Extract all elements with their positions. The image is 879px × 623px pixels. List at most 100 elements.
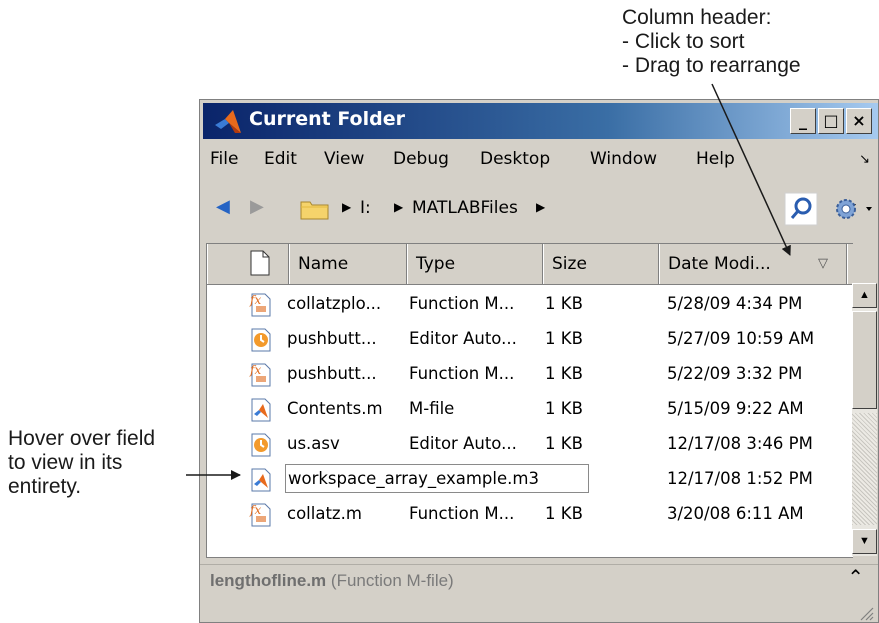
file-type: Editor Auto... bbox=[409, 329, 517, 348]
file-name: workspace_array_example.m bbox=[288, 469, 529, 488]
scroll-down-icon[interactable]: ▼ bbox=[852, 529, 877, 554]
hover-tooltip: workspace_array_example.m3 bbox=[285, 464, 589, 493]
details-panel: lengthofline.m (Function M-file) ⌃ bbox=[200, 564, 878, 622]
file-name: pushbutt... bbox=[287, 364, 377, 383]
file-date: 5/15/09 9:22 AM bbox=[667, 399, 804, 418]
minimize-button[interactable]: _ bbox=[790, 108, 816, 134]
mfile-icon bbox=[251, 468, 271, 492]
menu-expand-icon[interactable]: ↘ bbox=[859, 151, 870, 167]
collapse-chevron-icon[interactable]: ⌃ bbox=[847, 565, 864, 590]
column-header-callout: Column header: - Click to sort - Drag to… bbox=[622, 6, 801, 78]
table-row[interactable]: pushbutt... Editor Auto... 1 KB 5/27/09 … bbox=[207, 321, 847, 356]
file-size: 1 KB bbox=[545, 294, 583, 313]
column-header-name[interactable]: Name bbox=[289, 244, 407, 284]
file-type: M-file bbox=[409, 399, 455, 418]
vertical-scrollbar[interactable]: ▲ ▼ bbox=[852, 283, 877, 556]
table-row[interactable]: us.asv Editor Auto... 1 KB 12/17/08 3:46… bbox=[207, 426, 847, 461]
current-folder-window: Current Folder _ □ × File Edit View Debu… bbox=[199, 99, 879, 623]
file-date: 5/22/09 3:32 PM bbox=[667, 364, 803, 383]
matlab-logo-icon bbox=[215, 110, 241, 133]
autosave-file-icon bbox=[251, 328, 271, 352]
gear-icon[interactable] bbox=[832, 194, 876, 224]
file-date: 3/20/08 6:11 AM bbox=[667, 504, 804, 523]
callout-line: - Drag to rearrange bbox=[622, 54, 801, 77]
resize-grip-icon[interactable] bbox=[858, 605, 874, 621]
truncated-size: 3 bbox=[528, 469, 539, 488]
function-file-icon: fx bbox=[249, 363, 271, 387]
file-name: us.asv bbox=[287, 434, 340, 453]
hover-callout: Hover over field to view in its entirety… bbox=[8, 427, 155, 499]
mfile-icon bbox=[251, 398, 271, 422]
folder-icon bbox=[300, 201, 329, 220]
file-type: Function M... bbox=[409, 504, 515, 523]
scroll-track[interactable] bbox=[852, 413, 877, 525]
autosave-file-icon bbox=[251, 433, 271, 457]
callout-line: - Click to sort bbox=[622, 30, 745, 53]
file-date: 5/28/09 4:34 PM bbox=[667, 294, 803, 313]
scroll-up-icon[interactable]: ▲ bbox=[852, 283, 877, 308]
close-button[interactable]: × bbox=[846, 108, 872, 134]
table-row[interactable]: fx collatzplo... Function M... 1 KB 5/28… bbox=[207, 286, 847, 321]
function-file-icon: fx bbox=[249, 293, 271, 317]
column-header-date-modified[interactable]: Date Modi... ▽ bbox=[659, 244, 847, 284]
function-file-icon: fx bbox=[249, 503, 271, 527]
callout-line: entirety. bbox=[8, 475, 82, 498]
column-header-label: Date Modi... bbox=[668, 254, 771, 274]
menu-window[interactable]: Window bbox=[590, 149, 657, 169]
menu-help[interactable]: Help bbox=[696, 149, 735, 169]
column-header-filler bbox=[847, 244, 853, 284]
path-segment-folder[interactable]: MATLABFiles bbox=[412, 198, 518, 218]
file-name: Contents.m bbox=[287, 399, 383, 418]
path-separator-icon[interactable]: ▶ bbox=[536, 200, 545, 214]
menu-file[interactable]: File bbox=[210, 149, 238, 169]
scroll-thumb[interactable] bbox=[852, 311, 877, 409]
callout-line: to view in its bbox=[8, 451, 123, 474]
path-field[interactable]: ▶ I: ▶ MATLABFiles ▶ bbox=[292, 192, 856, 226]
address-bar: ◀ ▶ ▶ I: ▶ MATLABFiles ▶ bbox=[200, 188, 878, 228]
file-name: pushbutt... bbox=[287, 329, 377, 348]
column-header-type[interactable]: Type bbox=[407, 244, 543, 284]
window-title: Current Folder bbox=[249, 108, 405, 130]
maximize-button[interactable]: □ bbox=[818, 108, 844, 134]
table-row[interactable]: fx collatz.m Function M... 1 KB 3/20/08 … bbox=[207, 496, 847, 531]
svg-text:fx: fx bbox=[249, 503, 261, 517]
file-size: 1 KB bbox=[545, 434, 583, 453]
svg-text:fx: fx bbox=[249, 293, 261, 307]
details-filename: lengthofline.m bbox=[210, 571, 327, 590]
back-arrow-icon[interactable]: ◀ bbox=[216, 196, 230, 217]
file-name: collatzplo... bbox=[287, 294, 382, 313]
file-size: 1 KB bbox=[545, 504, 583, 523]
path-separator-icon[interactable]: ▶ bbox=[394, 200, 403, 214]
column-header-size[interactable]: Size bbox=[543, 244, 659, 284]
file-type: Function M... bbox=[409, 294, 515, 313]
file-name: collatz.m bbox=[287, 504, 362, 523]
table-row[interactable]: Contents.m M-file 1 KB 5/15/09 9:22 AM bbox=[207, 391, 847, 426]
search-icon[interactable] bbox=[784, 192, 818, 226]
table-row[interactable]: fx pushbutt... Function M... 1 KB 5/22/0… bbox=[207, 356, 847, 391]
menu-edit[interactable]: Edit bbox=[264, 149, 297, 169]
file-date: 12/17/08 1:52 PM bbox=[667, 469, 813, 488]
menu-debug[interactable]: Debug bbox=[393, 149, 449, 169]
file-size: 1 KB bbox=[545, 329, 583, 348]
file-date: 12/17/08 3:46 PM bbox=[667, 434, 813, 453]
sort-descending-icon: ▽ bbox=[818, 256, 828, 271]
details-label: lengthofline.m (Function M-file) bbox=[210, 571, 454, 591]
file-icon bbox=[250, 250, 270, 276]
forward-arrow-icon[interactable]: ▶ bbox=[250, 196, 264, 217]
table-row[interactable]: workspace_array_example.m3 12/17/08 1:52… bbox=[207, 461, 847, 496]
path-separator-icon[interactable]: ▶ bbox=[342, 200, 351, 214]
file-type: Editor Auto... bbox=[409, 434, 517, 453]
file-table: Name Type Size Date Modi... ▽ fx collatz… bbox=[206, 243, 853, 558]
menu-view[interactable]: View bbox=[324, 149, 364, 169]
file-size: 1 KB bbox=[545, 364, 583, 383]
callout-line: Hover over field bbox=[8, 427, 156, 450]
column-header-icon[interactable] bbox=[207, 244, 289, 284]
table-header: Name Type Size Date Modi... ▽ bbox=[207, 244, 853, 285]
details-filetype: (Function M-file) bbox=[330, 571, 454, 590]
menu-desktop[interactable]: Desktop bbox=[480, 149, 550, 169]
file-date: 5/27/09 10:59 AM bbox=[667, 329, 815, 348]
title-bar[interactable]: Current Folder _ □ × bbox=[203, 103, 878, 139]
path-segment-drive[interactable]: I: bbox=[360, 198, 371, 218]
svg-text:fx: fx bbox=[249, 363, 261, 377]
file-type: Function M... bbox=[409, 364, 515, 383]
